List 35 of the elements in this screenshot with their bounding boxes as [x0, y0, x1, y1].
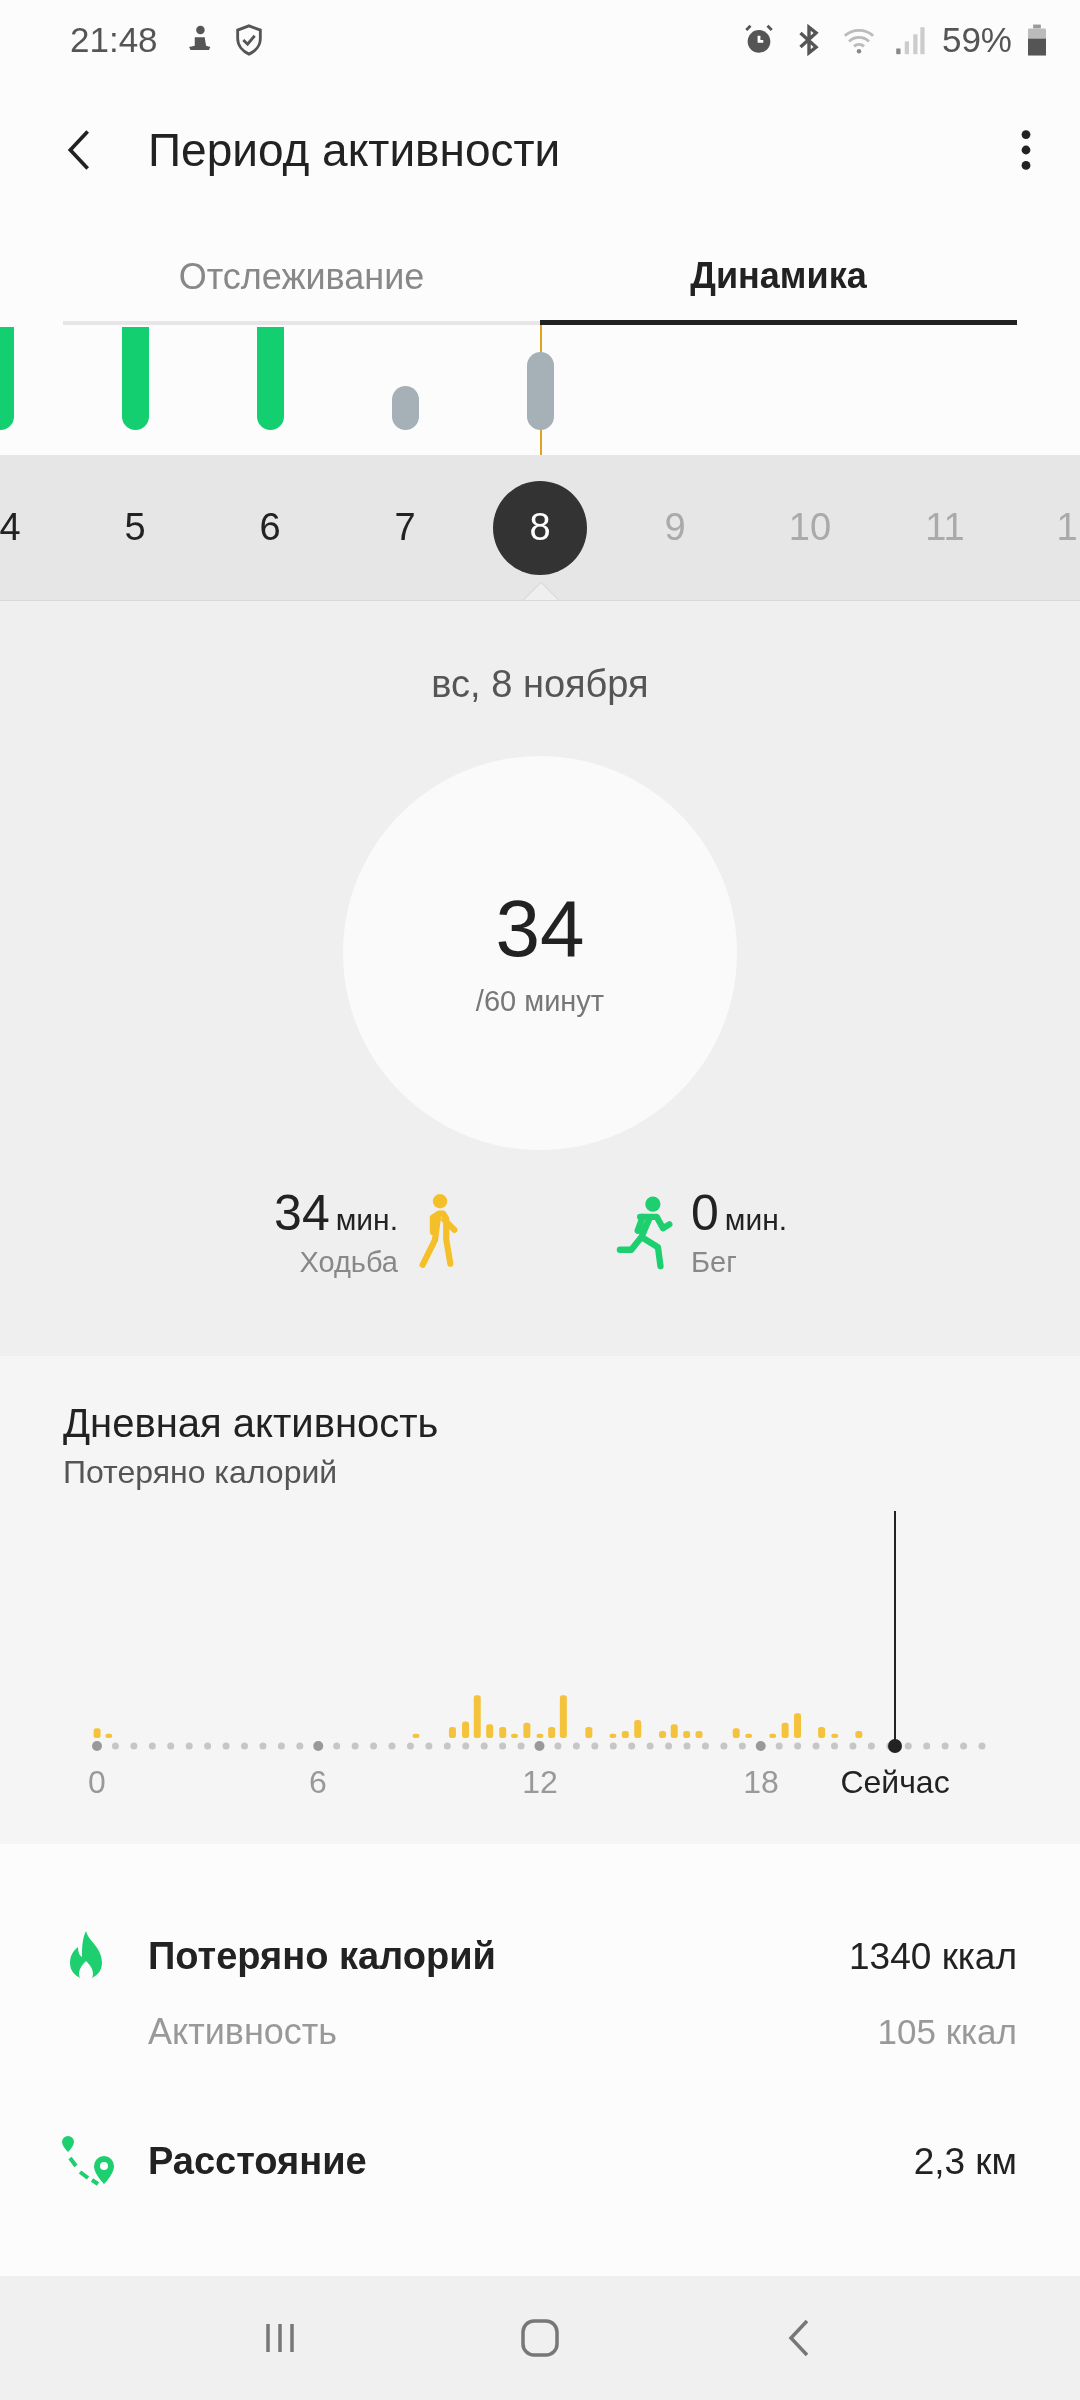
walking-icon	[416, 1192, 460, 1271]
stat-value: 2,3 км	[913, 2140, 1017, 2183]
activity-label: Бег	[691, 1246, 738, 1279]
day-number[interactable]: 8	[493, 480, 587, 575]
axis-label: 0	[88, 1764, 106, 1795]
stat-label: Потеряно калорий	[148, 1935, 497, 1978]
tab[interactable]: Динамика	[540, 220, 1017, 325]
stat-label: Активность	[148, 2010, 339, 2053]
axis-label: 12	[522, 1764, 558, 1795]
day-number[interactable]: 7	[358, 480, 452, 575]
day-number[interactable]: 4	[0, 480, 21, 575]
battery-icon	[1028, 24, 1046, 56]
stat-label: Расстояние	[148, 2140, 368, 2183]
activity-label: Ходьба	[299, 1246, 398, 1279]
activity-minutes: 0	[691, 1184, 719, 1242]
stat-value: 105 ккал	[877, 2011, 1017, 2052]
goal-label: /60 минут	[475, 984, 605, 1018]
axis-label: 18	[743, 1764, 779, 1795]
active-minutes: 34	[495, 888, 585, 969]
minutes-unit: мин.	[724, 1203, 788, 1237]
section-subtitle: Потеряно калорий	[63, 1454, 339, 1491]
now-label: Сейчас	[840, 1764, 950, 1795]
battery-percent: 59%	[941, 20, 1012, 60]
day-number[interactable]: 5	[88, 480, 182, 575]
section-title: Дневная активность	[63, 1401, 440, 1446]
screen-title: Период активности	[148, 123, 562, 177]
home-icon[interactable]	[520, 2318, 560, 2358]
axis-label: 6	[309, 1764, 327, 1795]
date-label: вс, 8 ноября	[431, 663, 649, 706]
day-number[interactable]: 6	[223, 480, 317, 575]
more-options-icon[interactable]	[1020, 128, 1032, 172]
minutes-unit: мин.	[335, 1203, 398, 1237]
activity-minutes: 34	[274, 1184, 330, 1242]
clock: 21:48	[70, 20, 158, 60]
stat-value: 1340 ккал	[849, 1935, 1017, 1978]
